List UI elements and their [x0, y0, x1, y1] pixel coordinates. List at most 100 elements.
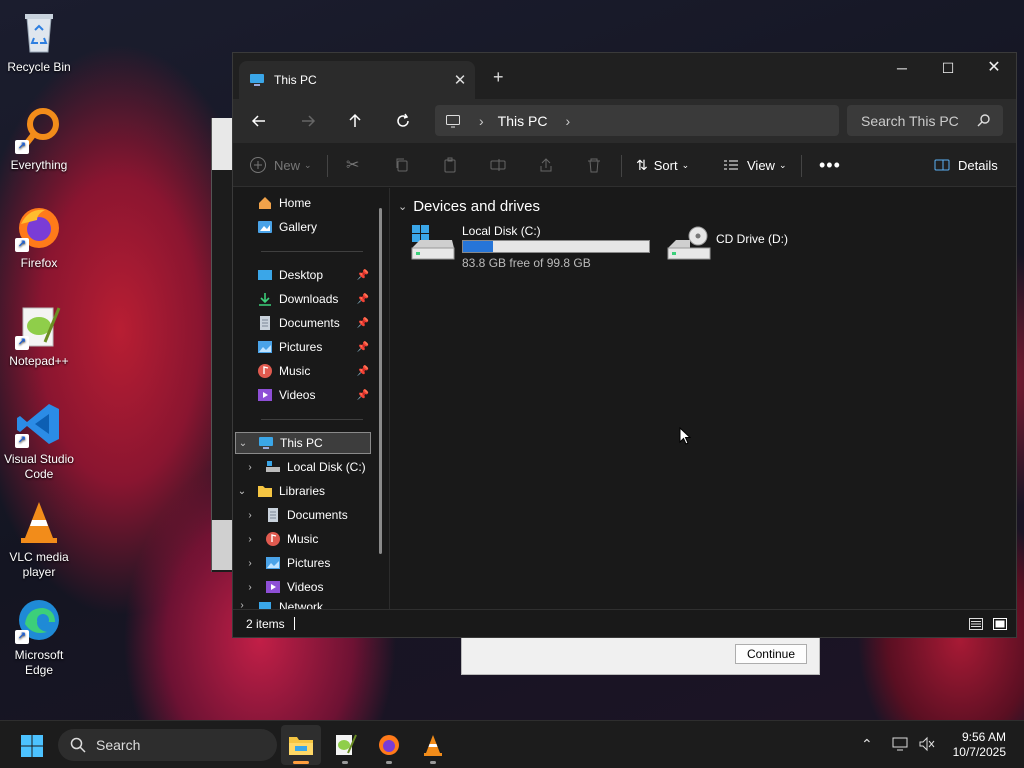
details-button[interactable]: Details: [934, 143, 998, 187]
new-button[interactable]: New ⌄: [249, 143, 312, 187]
desktop-icon-recycle-bin[interactable]: Recycle Bin: [2, 8, 76, 75]
search-icon: [70, 737, 86, 753]
taskbar-search[interactable]: Search: [58, 729, 277, 761]
copy-button[interactable]: [394, 143, 410, 187]
group-header-devices[interactable]: ⌄ Devices and drives: [398, 198, 540, 215]
rename-button[interactable]: [490, 143, 506, 187]
minimize-button[interactable]: ─: [879, 53, 925, 83]
background-dialog: Continue: [461, 636, 820, 675]
paste-button[interactable]: [442, 143, 458, 187]
forward-button[interactable]: [293, 106, 323, 136]
nav-item-desktop[interactable]: Desktop 📌: [257, 264, 369, 286]
drive-local-disk-c[interactable]: Local Disk (C:) 83.8 GB free of 99.8 GB: [410, 224, 650, 270]
title-bar: This PC ✕ + ─ ☐ ✕: [233, 53, 1016, 99]
desktop-icon-firefox[interactable]: ↗ Firefox: [2, 204, 76, 271]
nav-item-documents[interactable]: Documents 📌: [257, 312, 369, 334]
back-button[interactable]: [244, 106, 274, 136]
taskbar-vlc[interactable]: [413, 725, 453, 765]
nav-item-videos[interactable]: Videos 📌: [257, 384, 369, 406]
refresh-button[interactable]: [388, 106, 418, 136]
sort-button[interactable]: ⇅ Sort ⌄: [636, 143, 689, 187]
nav-item-this-pc[interactable]: ⌄ This PC: [235, 432, 371, 454]
recycle-bin-icon: [15, 8, 63, 56]
chevron-right-icon[interactable]: ›: [243, 462, 257, 473]
arrow-right-icon: [302, 115, 316, 127]
background-window-header: [212, 118, 234, 170]
chevron-right-icon[interactable]: ›: [243, 510, 257, 521]
pictures-icon: [265, 555, 281, 571]
cut-button[interactable]: ✂: [346, 143, 359, 187]
address-bar[interactable]: › This PC ›: [435, 105, 839, 136]
running-indicator: [342, 761, 348, 764]
file-explorer-window: This PC ✕ + ─ ☐ ✕ › This PC › Search Thi…: [232, 52, 1017, 638]
nav-item-music[interactable]: Music 📌: [257, 360, 369, 382]
system-clock[interactable]: 9:56 AM 10/7/2025: [953, 730, 1006, 760]
taskbar-notepadpp[interactable]: [325, 725, 365, 765]
desktop-icon-vscode[interactable]: ↗ Visual Studio Code: [2, 400, 76, 482]
share-button[interactable]: [538, 143, 554, 187]
chevron-right-icon[interactable]: ›: [243, 534, 257, 545]
view-label: View: [747, 157, 775, 173]
desktop-icon-everything[interactable]: ↗ Everything: [2, 106, 76, 173]
status-bar: 2 items: [233, 609, 1016, 637]
details-view-icon[interactable]: [968, 616, 984, 632]
breadcrumb-chevron-icon[interactable]: ›: [565, 113, 570, 129]
taskbar-file-explorer[interactable]: [281, 725, 321, 765]
nav-label: Pictures: [287, 556, 331, 570]
nav-item-gallery[interactable]: Gallery: [257, 216, 369, 238]
nav-item-local-disk[interactable]: › Local Disk (C:): [243, 456, 373, 478]
large-icons-view-icon[interactable]: [992, 616, 1008, 632]
close-tab-icon[interactable]: ✕: [445, 71, 475, 89]
plus-circle-icon: [250, 157, 266, 173]
nav-label: Videos: [287, 580, 324, 594]
new-tab-button[interactable]: +: [493, 67, 504, 88]
nav-item-libraries[interactable]: ⌄ Libraries: [235, 480, 371, 502]
pin-icon: 📌: [356, 365, 369, 377]
nav-label: Videos: [279, 388, 316, 402]
refresh-icon: [397, 113, 409, 127]
nav-label: Desktop: [279, 268, 324, 282]
desktop-icon-vlc[interactable]: VLC media player: [2, 498, 76, 580]
pictures-icon: [257, 339, 273, 355]
explorer-body: Home Gallery Desktop 📌 Downloads 📌 Docum…: [233, 188, 1016, 611]
desktop-icon-edge[interactable]: ↗ Microsoft Edge: [2, 596, 76, 678]
nav-item-downloads[interactable]: Downloads 📌: [257, 288, 369, 310]
breadcrumb-this-pc[interactable]: This PC: [498, 113, 548, 129]
nav-item-pictures[interactable]: Pictures 📌: [257, 336, 369, 358]
nav-label: This PC: [280, 436, 323, 450]
up-button[interactable]: [340, 106, 370, 136]
toolbar-divider: [327, 155, 328, 177]
chevron-down-icon[interactable]: ⌄: [236, 438, 250, 449]
nav-item-lib-videos[interactable]: › Videos: [243, 576, 373, 598]
nav-item-lib-music[interactable]: › Music: [243, 528, 373, 550]
show-hidden-icons-chevron-icon[interactable]: ⌃: [861, 736, 873, 753]
maximize-button[interactable]: ☐: [925, 53, 971, 83]
taskbar-firefox[interactable]: [369, 725, 409, 765]
nav-item-lib-documents[interactable]: › Documents: [243, 504, 373, 526]
tab-this-pc[interactable]: This PC ✕: [239, 61, 475, 99]
view-button[interactable]: View ⌄: [723, 143, 787, 187]
more-options-icon[interactable]: •••: [819, 143, 841, 187]
item-count: 2 items: [246, 617, 285, 631]
delete-button[interactable]: [586, 143, 602, 187]
close-window-button[interactable]: ✕: [971, 53, 1017, 83]
desktop-icon-notepadpp[interactable]: ↗ Notepad++: [2, 302, 76, 369]
network-status-icon[interactable]: [892, 736, 910, 752]
chevron-right-icon[interactable]: ›: [243, 582, 257, 593]
desktop-icon-label: Visual Studio Code: [4, 452, 74, 481]
search-box[interactable]: Search This PC: [847, 105, 1003, 136]
nav-item-home[interactable]: Home: [257, 192, 369, 214]
chevron-right-icon[interactable]: ›: [243, 558, 257, 569]
start-button[interactable]: [20, 734, 44, 761]
chevron-down-icon: ⌄: [681, 159, 690, 170]
nav-item-lib-pictures[interactable]: › Pictures: [243, 552, 373, 574]
continue-button[interactable]: Continue: [735, 644, 807, 664]
music-icon: [265, 531, 281, 547]
pin-icon: 📌: [356, 341, 369, 353]
chevron-down-icon[interactable]: ⌄: [235, 486, 249, 497]
nav-pane-scrollbar[interactable]: [379, 208, 382, 554]
drive-cd-d[interactable]: CD Drive (D:): [666, 226, 788, 262]
volume-muted-icon[interactable]: [918, 736, 936, 752]
cd-drive-icon: [667, 226, 711, 260]
monitor-icon: [446, 114, 460, 127]
